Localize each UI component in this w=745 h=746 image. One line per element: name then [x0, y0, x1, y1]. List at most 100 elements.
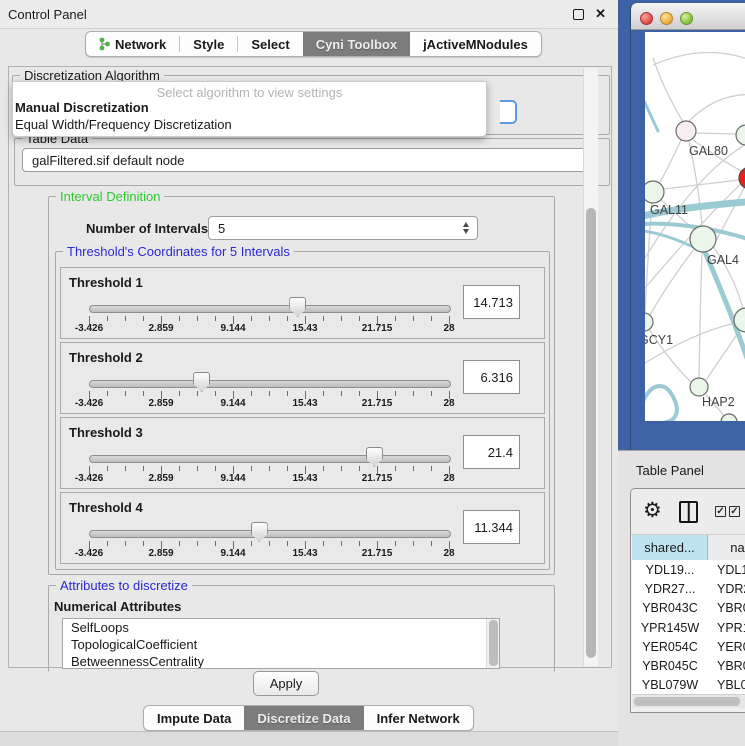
content-scrollbar-thumb[interactable] [586, 208, 596, 658]
algorithm-option-manual[interactable]: Manual Discretization [15, 100, 149, 115]
network-edge-highlighted[interactable] [645, 386, 677, 421]
slider-tick [287, 391, 288, 396]
tab-network[interactable]: Network [86, 32, 179, 56]
tab-infer-network[interactable]: Infer Network [364, 706, 473, 730]
network-node-green[interactable] [645, 313, 653, 331]
number-of-intervals-combobox[interactable]: 5 [208, 216, 478, 240]
tab-jactivemnodules[interactable]: jActiveMNodules [410, 32, 541, 56]
slider-thumb[interactable] [289, 297, 306, 317]
content-scrollbar[interactable] [583, 68, 598, 666]
table-cell[interactable]: YPR145W [632, 621, 708, 635]
slider-thumb[interactable] [366, 447, 383, 467]
table-cell[interactable]: YBR043C [632, 601, 708, 615]
cyni-mode-tabbar: Impute DataDiscretize DataInfer Network [143, 705, 474, 731]
numerical-attributes-list[interactable]: SelfLoopsTopologicalCoefficientBetweenne… [62, 618, 500, 669]
attribute-list-item[interactable]: TopologicalCoefficient [63, 636, 499, 653]
column-header-1[interactable]: shared... [632, 535, 708, 560]
network-node-green[interactable] [690, 378, 708, 396]
apply-button[interactable]: Apply [253, 671, 319, 696]
zoom-traffic-light[interactable] [680, 12, 693, 25]
network-edge[interactable] [706, 330, 740, 380]
gear-icon[interactable]: ⚙ [643, 498, 662, 523]
network-edge[interactable] [653, 58, 683, 122]
node-label: GAL80 [689, 144, 728, 158]
network-edge[interactable] [699, 252, 702, 378]
table-hscrollbar-thumb[interactable] [634, 697, 740, 706]
table-cell[interactable]: YPR1 [708, 621, 745, 635]
table-cell[interactable]: YDR27... [632, 582, 708, 596]
table-cell[interactable]: YER054C [632, 640, 708, 654]
network-edge[interactable] [653, 52, 745, 65]
attribute-list-item[interactable]: BetweennessCentrality [63, 653, 499, 669]
table-row[interactable]: YBR045CYBR0 [632, 656, 745, 675]
checkbox-icon[interactable]: ✓ [729, 506, 740, 517]
table-cell[interactable]: YBR0 [708, 659, 745, 673]
network-edge-highlighted[interactable] [645, 101, 658, 131]
network-edge[interactable] [660, 140, 681, 182]
threshold-value-field[interactable]: 6.316 [463, 360, 520, 394]
slider-tick [179, 316, 180, 321]
table-cell[interactable]: YBR0 [708, 601, 745, 615]
tab-impute-data[interactable]: Impute Data [144, 706, 244, 730]
slider-track[interactable] [89, 305, 451, 313]
table-row[interactable]: YBR043CYBR0 [632, 599, 745, 618]
network-node-green[interactable] [690, 226, 716, 252]
tab-style[interactable]: Style [180, 32, 237, 56]
node-label: GAL4 [707, 253, 739, 267]
table-data-combobox[interactable]: galFiltered.sif default node [22, 148, 598, 172]
slider-track[interactable] [89, 530, 451, 538]
table-cell[interactable]: YBR045C [632, 659, 708, 673]
slider-thumb[interactable] [251, 522, 268, 542]
slider-tick [395, 391, 396, 396]
table-row[interactable]: YER054CYER0 [632, 637, 745, 656]
table-panel-window: ⚙ ✓ ✓ shared...na YDL19...YDL1YDR27...YD… [630, 488, 745, 713]
table-cell[interactable]: YDL1 [708, 563, 745, 577]
table-cell[interactable]: YER0 [708, 640, 745, 654]
network-node-green[interactable] [645, 181, 664, 203]
combo-spinner-icon [463, 222, 469, 234]
slider-tick [413, 541, 414, 546]
network-edge[interactable] [696, 133, 736, 134]
network-window-titlebar[interactable] [631, 3, 745, 30]
threshold-value-field[interactable]: 21.4 [463, 435, 520, 469]
threshold-label: Threshold 3 [69, 425, 143, 440]
close-icon[interactable]: ✕ [595, 6, 606, 22]
slider-track[interactable] [89, 380, 451, 388]
tab-cyni-toolbox[interactable]: Cyni Toolbox [303, 32, 410, 56]
network-node-green[interactable] [736, 125, 745, 145]
interval-definition-group-title: Interval Definition [56, 189, 164, 204]
table-cell[interactable]: YDL19... [632, 563, 708, 577]
table-row[interactable]: YBL079WYBL0 [632, 676, 745, 695]
attribute-list-item[interactable]: SelfLoops [63, 619, 499, 636]
slider-track[interactable] [89, 455, 451, 463]
minimize-traffic-light[interactable] [660, 12, 673, 25]
table-row[interactable]: YDR27...YDR2 [632, 579, 745, 598]
network-canvas[interactable]: GAL80G.CGAL11GAL4GCY1HHAP2 [645, 32, 745, 421]
algorithm-combobox-focus-fragment[interactable] [500, 100, 517, 124]
close-traffic-light[interactable] [640, 12, 653, 25]
tab-discretize-data[interactable]: Discretize Data [244, 706, 363, 730]
column-header-2[interactable]: na [708, 535, 745, 560]
threshold-value-field[interactable]: 11.344 [463, 510, 520, 544]
table-hscrollbar[interactable] [632, 694, 745, 708]
network-node-pink[interactable] [676, 121, 696, 141]
checkbox-icon[interactable]: ✓ [715, 506, 726, 517]
table-cell[interactable]: YBL079W [632, 678, 708, 692]
table-row[interactable]: YPR145WYPR1 [632, 618, 745, 637]
slider-tick [251, 391, 252, 396]
table-cell[interactable]: YBL0 [708, 678, 745, 692]
network-edge[interactable] [650, 249, 694, 315]
number-of-intervals-value: 5 [218, 221, 225, 236]
network-graph: GAL80G.CGAL11GAL4GCY1HHAP2 [645, 32, 745, 421]
algorithm-option-equal-width[interactable]: Equal Width/Frequency Discretization [15, 117, 232, 132]
table-cell[interactable]: YDR2 [708, 582, 745, 596]
slider-thumb[interactable] [193, 372, 210, 392]
attributes-group-title: Attributes to discretize [56, 578, 192, 593]
table-row[interactable]: YDL19...YDL1 [632, 560, 745, 579]
columns-icon[interactable] [679, 501, 698, 523]
float-window-icon[interactable] [573, 9, 584, 20]
list-scrollbar[interactable] [486, 619, 499, 668]
network-edge[interactable] [689, 95, 745, 121]
threshold-value-field[interactable]: 14.713 [463, 285, 520, 319]
tab-select[interactable]: Select [238, 32, 302, 56]
